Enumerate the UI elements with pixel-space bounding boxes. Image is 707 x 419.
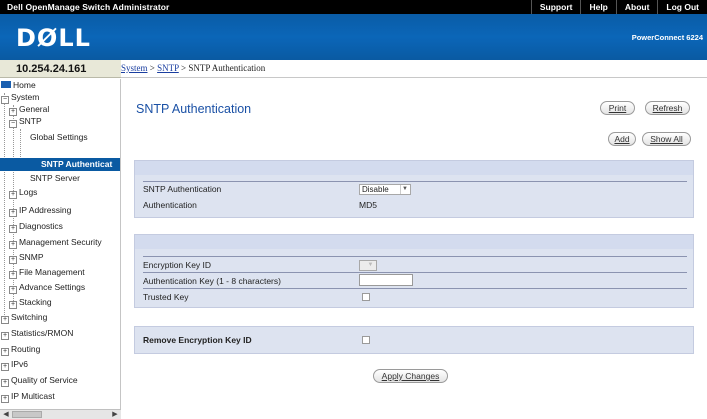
sidebar-item-diagnostics[interactable]: + Diagnostics — [9, 220, 63, 233]
encryption-key-panel: Encryption Key ID ▼ Authentication Key (… — [134, 234, 694, 308]
sidebar-item-sntp[interactable]: − SNTP — [9, 115, 42, 128]
encryption-key-id-select[interactable]: ▼ — [359, 260, 377, 271]
expand-icon[interactable]: + — [1, 316, 9, 324]
remove-encryption-key-checkbox[interactable] — [362, 336, 370, 344]
sidebar-item-statistics-rmon[interactable]: + Statistics/RMON — [1, 327, 73, 340]
sidebar-item-global-settings[interactable]: Global Settings — [30, 131, 88, 143]
remove-encryption-key-row: Remove Encryption Key ID — [143, 334, 687, 346]
breadcrumb-separator: > — [147, 63, 158, 73]
authentication-key-label: Authentication Key (1 - 8 characters) — [143, 276, 281, 286]
switch-ip-address: 10.254.24.161 — [0, 60, 121, 78]
divider — [143, 288, 687, 289]
expand-icon[interactable]: + — [9, 209, 17, 217]
sidebar-item-general[interactable]: + General — [9, 103, 49, 116]
sidebar-horizontal-scrollbar[interactable]: ◀ ▶ — [0, 409, 121, 419]
expand-icon[interactable]: + — [9, 191, 17, 199]
sidebar-item-routing[interactable]: + Routing — [1, 343, 40, 356]
app-title: Dell OpenManage Switch Administrator — [7, 2, 170, 12]
divider — [143, 256, 687, 257]
product-name: PowerConnect 6224 — [631, 33, 703, 42]
top-bar: Dell OpenManage Switch Administrator Sup… — [0, 0, 707, 14]
sidebar-item-ip-addressing[interactable]: + IP Addressing — [9, 204, 71, 217]
authentication-method-row: Authentication MD5 — [143, 199, 687, 211]
panel-header — [135, 161, 693, 175]
about-link[interactable]: About — [615, 0, 658, 14]
expand-icon[interactable]: + — [9, 256, 17, 264]
banner: DØLL PowerConnect 6224 — [0, 14, 707, 60]
breadcrumb-separator: > — [178, 63, 189, 73]
support-link[interactable]: Support — [530, 0, 581, 14]
scroll-right-arrow-icon[interactable]: ▶ — [110, 410, 120, 419]
sidebar-item-ip-multicast[interactable]: + IP Multicast — [1, 390, 55, 403]
breadcrumb-system[interactable]: System — [121, 63, 148, 73]
sntp-authentication-select[interactable]: Disable ▼ — [359, 184, 411, 195]
trusted-key-checkbox[interactable] — [362, 293, 370, 301]
scroll-left-arrow-icon[interactable]: ◀ — [1, 410, 11, 419]
tree-line — [4, 93, 5, 319]
sidebar-item-file-management[interactable]: + File Management — [9, 266, 85, 279]
page-title: SNTP Authentication — [136, 102, 252, 116]
breadcrumb-current: SNTP Authentication — [188, 63, 266, 73]
expand-icon[interactable]: + — [9, 301, 17, 309]
dell-logo: DØLL — [16, 24, 91, 52]
expand-icon[interactable]: + — [1, 363, 9, 371]
collapse-icon[interactable]: − — [1, 96, 9, 104]
sidebar-item-logs[interactable]: + Logs — [9, 186, 37, 199]
expand-icon[interactable]: + — [1, 348, 9, 356]
top-links: Support Help About Log Out — [530, 0, 707, 14]
collapse-icon[interactable]: − — [9, 120, 17, 128]
authentication-method-label: Authentication — [143, 200, 197, 210]
sidebar-item-stacking[interactable]: + Stacking — [9, 296, 52, 309]
divider — [143, 272, 687, 273]
sidebar-item-quality-of-service[interactable]: + Quality of Service — [1, 374, 78, 387]
authentication-key-input[interactable] — [359, 274, 413, 286]
sidebar-item-sntp-authentication[interactable]: SNTP Authenticat — [0, 158, 120, 171]
folder-icon — [1, 81, 11, 88]
expand-icon[interactable]: + — [1, 332, 9, 340]
print-button[interactable]: Print — [600, 101, 635, 115]
sidebar-item-sntp-server[interactable]: SNTP Server — [30, 172, 80, 184]
sidebar-item-snmp[interactable]: + SNMP — [9, 251, 44, 264]
sntp-authentication-panel: SNTP Authentication Disable ▼ Authentica… — [134, 160, 694, 218]
apply-changes-button[interactable]: Apply Changes — [373, 369, 448, 383]
remove-key-panel: Remove Encryption Key ID — [134, 326, 694, 354]
sidebar-item-home[interactable]: Home — [1, 79, 36, 91]
remove-encryption-key-label: Remove Encryption Key ID — [143, 335, 252, 345]
sntp-authentication-row: SNTP Authentication — [143, 183, 687, 195]
chevron-down-icon: ▼ — [400, 185, 409, 194]
sidebar-item-management-security[interactable]: + Management Security — [9, 236, 102, 249]
sntp-authentication-label: SNTP Authentication — [143, 184, 222, 194]
expand-icon[interactable]: + — [9, 225, 17, 233]
trusted-key-label: Trusted Key — [143, 292, 189, 302]
sidebar-item-advance-settings[interactable]: + Advance Settings — [9, 281, 85, 294]
refresh-button[interactable]: Refresh — [645, 101, 690, 115]
scrollbar-thumb[interactable] — [12, 411, 42, 418]
encryption-key-id-row: Encryption Key ID — [143, 259, 687, 271]
encryption-key-id-label: Encryption Key ID — [143, 260, 212, 270]
help-link[interactable]: Help — [580, 0, 615, 14]
trusted-key-row: Trusted Key — [143, 291, 687, 303]
chevron-down-icon: ▼ — [367, 262, 374, 268]
panel-header — [135, 235, 693, 249]
expand-icon[interactable]: + — [9, 286, 17, 294]
breadcrumb-sntp[interactable]: SNTP — [157, 63, 179, 73]
sidebar-item-switching[interactable]: + Switching — [1, 311, 47, 324]
expand-icon[interactable]: + — [1, 395, 9, 403]
divider — [143, 181, 687, 182]
expand-icon[interactable]: + — [1, 379, 9, 387]
logout-link[interactable]: Log Out — [657, 0, 707, 14]
breadcrumb: System > SNTP > SNTP Authentication — [121, 60, 707, 78]
sidebar-item-system[interactable]: − System — [1, 91, 39, 104]
expand-icon[interactable]: + — [9, 271, 17, 279]
show-all-button[interactable]: Show All — [642, 132, 691, 146]
expand-icon[interactable]: + — [9, 241, 17, 249]
sidebar-nav-tree: Home − System + General − SNTP Global Setti… — [0, 79, 121, 419]
authentication-key-row: Authentication Key (1 - 8 characters) — [143, 275, 687, 287]
add-button[interactable]: Add — [608, 132, 636, 146]
authentication-method-value: MD5 — [359, 200, 377, 210]
sidebar-item-ipv6[interactable]: + IPv6 — [1, 358, 28, 371]
